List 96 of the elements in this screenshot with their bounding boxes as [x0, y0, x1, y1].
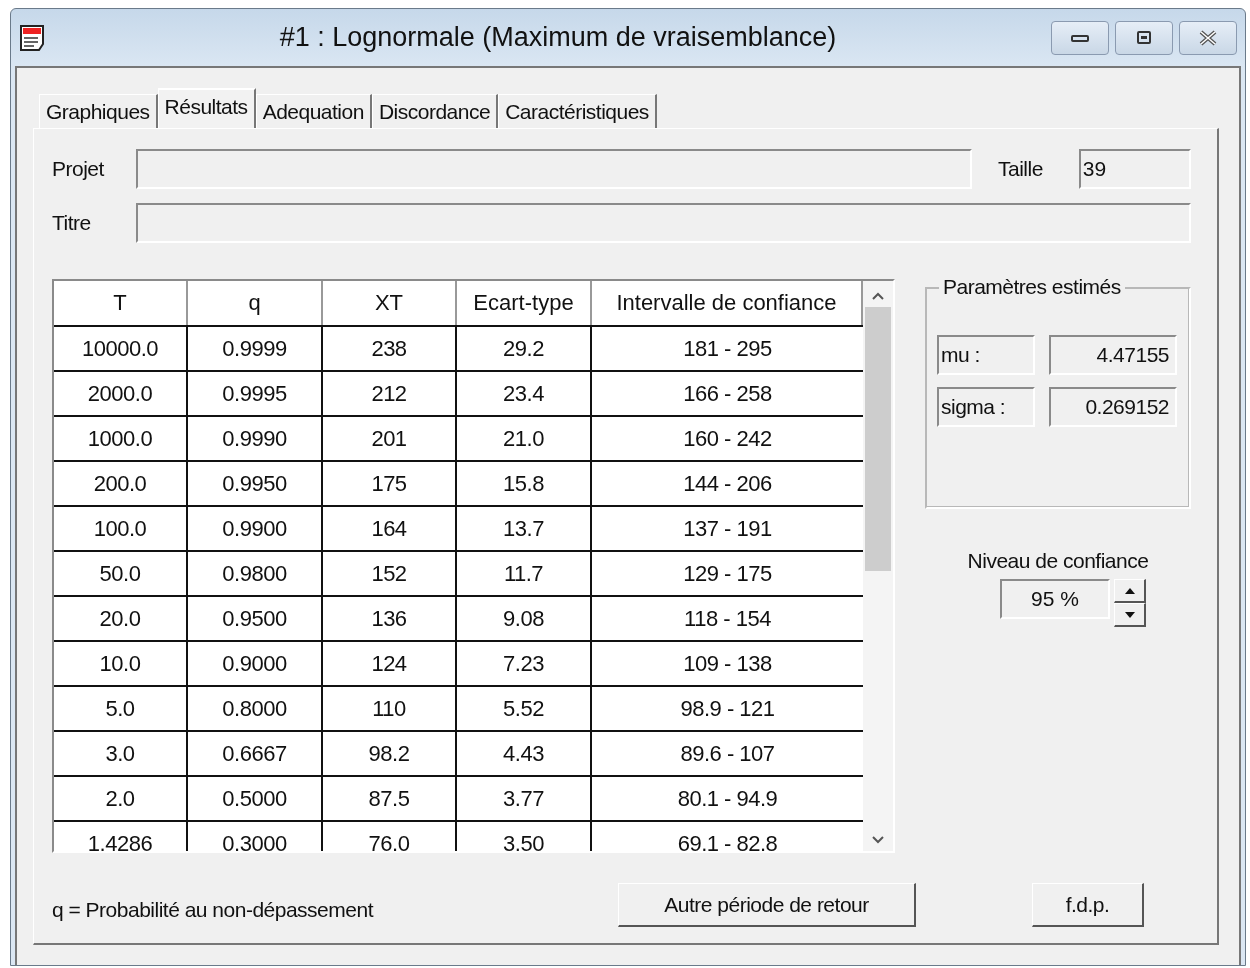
- table-cell: 2000.0: [54, 372, 188, 415]
- confidence-field[interactable]: 95 %: [1000, 579, 1110, 619]
- table-cell: 5.52: [457, 687, 592, 730]
- maximize-icon: [1134, 29, 1154, 46]
- table-cell-text: 160 - 242: [682, 424, 773, 453]
- tab[interactable]: Adequation: [255, 94, 372, 128]
- input-field[interactable]: 39: [1078, 149, 1191, 189]
- table-cell: 124: [323, 642, 457, 685]
- table-cell: 0.9999: [188, 327, 323, 370]
- table-cell: 164: [323, 507, 457, 550]
- table-cell: 10.0: [54, 642, 188, 685]
- table-cell: 20.0: [54, 597, 188, 640]
- down-arrow-icon: [1124, 611, 1135, 618]
- return-period-button[interactable]: Autre période de retour: [618, 883, 916, 927]
- table-cell: 0.9800: [188, 552, 323, 595]
- table-cell: 11.7: [457, 552, 592, 595]
- table-cell: 98.2: [323, 732, 457, 775]
- table-cell-text: 181 - 295: [682, 334, 773, 363]
- table-cell: 87.5: [323, 777, 457, 820]
- input-field[interactable]: [136, 203, 1191, 243]
- table-cell-text: 144 - 206: [682, 469, 773, 498]
- scrollbar[interactable]: [863, 281, 893, 851]
- table-cell: 175: [323, 462, 457, 505]
- table-cell: 0.9900: [188, 507, 323, 550]
- table-cell: 136: [323, 597, 457, 640]
- table-cell: 4.43: [457, 732, 592, 775]
- window-title: #1 : Lognormale (Maximum de vraisemblance): [278, 22, 838, 53]
- table-cell: 23.4: [457, 372, 592, 415]
- field-label: Titre: [52, 211, 92, 235]
- pdf-button[interactable]: f.d.p.: [1032, 883, 1144, 927]
- table-cell: 9.08: [457, 597, 592, 640]
- table-cell: 238: [323, 327, 457, 370]
- table-cell-text: 109 - 138: [682, 649, 773, 678]
- confidence-label: Niveau de confiance: [967, 549, 1149, 573]
- table-cell: 0.9500: [188, 597, 323, 640]
- parameter-name: sigma :: [937, 387, 1035, 427]
- parameter-value: 0.269152: [1049, 387, 1177, 427]
- table-cell: 76.0: [323, 822, 457, 851]
- parameter-name: mu :: [937, 335, 1035, 375]
- table-cell: 0.6667: [188, 732, 323, 775]
- table-cell-text: 137 - 191: [682, 514, 773, 543]
- table-cell: 0.9950: [188, 462, 323, 505]
- table-cell: 100.0: [54, 507, 188, 550]
- table-cell-text: 89.6 - 107: [679, 739, 776, 768]
- table-cell: 1.4286: [54, 822, 188, 851]
- tab[interactable]: Caractéristiques: [498, 94, 657, 128]
- scroll-down-icon[interactable]: [871, 835, 885, 845]
- table-cell-text: 118 - 154: [683, 604, 772, 633]
- table-cell: 152: [323, 552, 457, 595]
- table-cell: 13.7: [457, 507, 592, 550]
- table-cell: 0.9995: [188, 372, 323, 415]
- table-cell-text: 69.1 - 82.8: [676, 829, 779, 851]
- document-icon: [19, 23, 45, 52]
- minimize-button[interactable]: [1051, 20, 1109, 55]
- table-cell: 29.2: [457, 327, 592, 370]
- table-cell: 201: [323, 417, 457, 460]
- table-cell: 0.8000: [188, 687, 323, 730]
- table-cell-text: 98.9 - 121: [679, 694, 776, 723]
- table-cell-text: 129 - 175: [682, 559, 773, 588]
- table-cell: 0.5000: [188, 777, 323, 820]
- table-cell: 200.0: [54, 462, 188, 505]
- spin-down-button[interactable]: [1114, 603, 1146, 627]
- minimize-icon: [1070, 32, 1090, 43]
- field-label: Taille: [998, 157, 1043, 181]
- table-cell: 212: [323, 372, 457, 415]
- close-icon: [1197, 28, 1219, 47]
- table-cell: 15.8: [457, 462, 592, 505]
- field-label: Projet: [52, 157, 105, 181]
- table-cell: 0.3000: [188, 822, 323, 851]
- table-cell: 5.0: [54, 687, 188, 730]
- table-cell: 3.0: [54, 732, 188, 775]
- tab[interactable]: Résultats: [157, 88, 256, 128]
- scrollbar-thumb[interactable]: [865, 307, 891, 571]
- up-arrow-icon: [1124, 587, 1135, 594]
- tab[interactable]: Graphiques: [39, 94, 158, 128]
- tab[interactable]: Discordance: [371, 94, 499, 128]
- table-cell: 3.77: [457, 777, 592, 820]
- input-field[interactable]: [136, 149, 972, 189]
- table-cell: 10000.0: [54, 327, 188, 370]
- table-cell: 50.0: [54, 552, 188, 595]
- table-cell-text: 80.1 - 94.9: [676, 784, 779, 813]
- table-cell: 0.9990: [188, 417, 323, 460]
- footnote: q = Probabilité au non-dépassement: [52, 898, 375, 922]
- scroll-up-icon[interactable]: [871, 291, 885, 301]
- table-cell: 0.9000: [188, 642, 323, 685]
- maximize-button[interactable]: [1115, 20, 1173, 55]
- table-cell: 7.23: [457, 642, 592, 685]
- table-cell-text: 166 - 258: [682, 379, 773, 408]
- table-cell: 110: [323, 687, 457, 730]
- spin-up-button[interactable]: [1114, 579, 1146, 603]
- parameter-value: 4.47155: [1049, 335, 1177, 375]
- table-cell: 3.50: [457, 822, 592, 851]
- table-cell: 2.0: [54, 777, 188, 820]
- table-cell: 21.0: [457, 417, 592, 460]
- close-button[interactable]: [1179, 20, 1237, 55]
- table-cell: 1000.0: [54, 417, 188, 460]
